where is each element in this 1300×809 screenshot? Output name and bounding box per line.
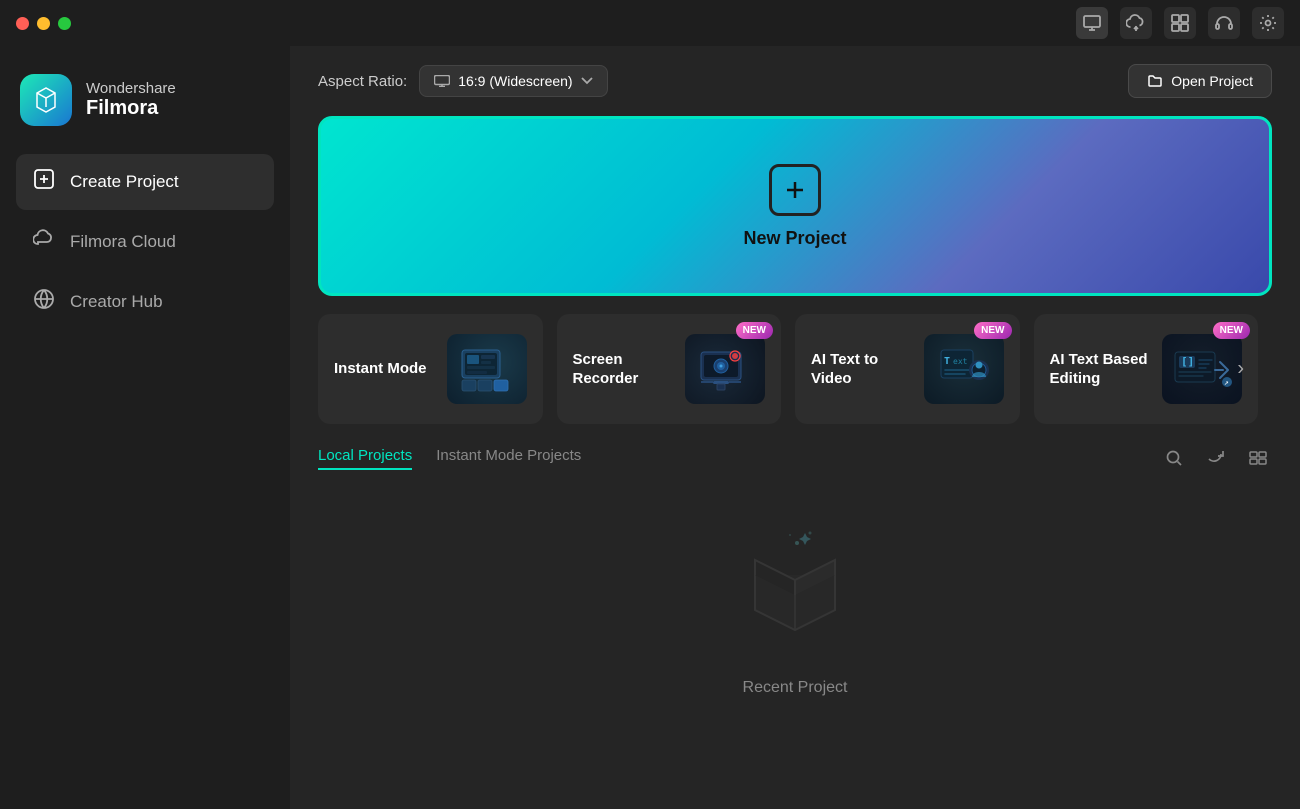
svg-text:ext: ext	[953, 357, 968, 366]
screen-icon[interactable]	[1076, 7, 1108, 39]
traffic-lights	[16, 17, 71, 30]
svg-text:↗: ↗	[1224, 378, 1229, 387]
empty-projects-state: Recent Project	[290, 472, 1300, 809]
tabs-left: Local Projects Instant Mode Projects	[318, 447, 581, 470]
sidebar: Wondershare Filmora Create Project	[0, 46, 290, 809]
ai-text-editing-label: AI Text Based Editing	[1050, 350, 1160, 389]
feature-cards-row: Instant Mode	[318, 314, 1272, 424]
search-projects-button[interactable]	[1160, 444, 1188, 472]
titlebar	[0, 0, 1300, 46]
logo-text: Wondershare Filmora	[86, 80, 176, 120]
sidebar-item-label-filmora-cloud: Filmora Cloud	[70, 232, 176, 252]
brand-name: Wondershare	[86, 80, 176, 97]
sidebar-item-label-create-project: Create Project	[70, 172, 179, 192]
close-button[interactable]	[16, 17, 29, 30]
ai-text-editing-image: [] ↗	[1162, 334, 1242, 404]
sidebar-item-creator-hub[interactable]: Creator Hub	[16, 274, 274, 330]
folder-icon	[1147, 73, 1163, 89]
sidebar-item-create-project[interactable]: Create Project	[16, 154, 274, 210]
screen-recorder-image	[685, 334, 765, 404]
ai-text-video-badge: NEW	[974, 322, 1011, 339]
empty-box-icon	[735, 525, 855, 659]
ai-text-editing-badge: NEW	[1213, 322, 1250, 339]
new-project-label: New Project	[743, 228, 846, 249]
open-project-label: Open Project	[1171, 73, 1253, 89]
settings-icon[interactable]	[1252, 7, 1284, 39]
new-project-banner[interactable]: New Project	[318, 116, 1272, 296]
topbar: Aspect Ratio: 16:9 (Widescreen) Open P	[290, 46, 1300, 116]
headphone-icon[interactable]	[1208, 7, 1240, 39]
ai-text-video-label: AI Text to Video	[811, 350, 921, 389]
open-project-button[interactable]: Open Project	[1128, 64, 1272, 98]
feature-card-screen-recorder[interactable]: NEW Screen Recorder	[557, 314, 782, 424]
tabs-right	[1160, 444, 1272, 472]
plus-square-icon	[32, 168, 56, 196]
ai-text-video-image: T ext	[924, 334, 1004, 404]
monitor-icon	[434, 75, 450, 87]
titlebar-icon-group	[1076, 7, 1284, 39]
sidebar-nav: Create Project Filmora Cloud Creator	[16, 154, 274, 330]
instant-mode-image	[447, 334, 527, 404]
sidebar-item-label-creator-hub: Creator Hub	[70, 292, 163, 312]
chevron-down-icon	[581, 77, 593, 85]
view-toggle-button[interactable]	[1244, 444, 1272, 472]
cloud-upload-icon[interactable]	[1120, 7, 1152, 39]
refresh-projects-button[interactable]	[1202, 444, 1230, 472]
app-logo: Wondershare Filmora	[16, 66, 274, 154]
tab-local-projects[interactable]: Local Projects	[318, 447, 412, 470]
aspect-ratio-value: 16:9 (Widescreen)	[458, 73, 572, 89]
main-layout: Wondershare Filmora Create Project	[0, 46, 1300, 809]
projects-tabs: Local Projects Instant Mode Projects	[318, 444, 1272, 472]
logo-icon	[20, 74, 72, 126]
tab-instant-mode-projects[interactable]: Instant Mode Projects	[436, 447, 581, 470]
new-project-icon	[769, 164, 821, 216]
fullscreen-button[interactable]	[58, 17, 71, 30]
instant-mode-label: Instant Mode	[334, 359, 427, 379]
product-name: Filmora	[86, 97, 176, 120]
minimize-button[interactable]	[37, 17, 50, 30]
grid-icon[interactable]	[1164, 7, 1196, 39]
svg-text:[]: []	[1181, 355, 1194, 368]
sidebar-item-filmora-cloud[interactable]: Filmora Cloud	[16, 214, 274, 270]
aspect-ratio-select[interactable]: 16:9 (Widescreen)	[419, 65, 607, 97]
feature-card-instant-mode[interactable]: Instant Mode	[318, 314, 543, 424]
content-area: Aspect Ratio: 16:9 (Widescreen) Open P	[290, 46, 1300, 809]
svg-text:T: T	[944, 356, 950, 367]
empty-projects-label: Recent Project	[743, 679, 848, 697]
cards-scroll-right[interactable]: ›	[1237, 358, 1244, 381]
feature-card-ai-text-editing[interactable]: NEW AI Text Based Editing [] ↗	[1034, 314, 1259, 424]
screen-recorder-label: Screen Recorder	[573, 350, 683, 389]
cloud-icon	[32, 228, 56, 256]
screen-recorder-badge: NEW	[736, 322, 773, 339]
aspect-ratio-group: Aspect Ratio: 16:9 (Widescreen)	[318, 65, 608, 97]
feature-card-ai-text-video[interactable]: NEW AI Text to Video T ext	[795, 314, 1020, 424]
aspect-ratio-label: Aspect Ratio:	[318, 73, 407, 90]
globe-icon	[32, 288, 56, 316]
